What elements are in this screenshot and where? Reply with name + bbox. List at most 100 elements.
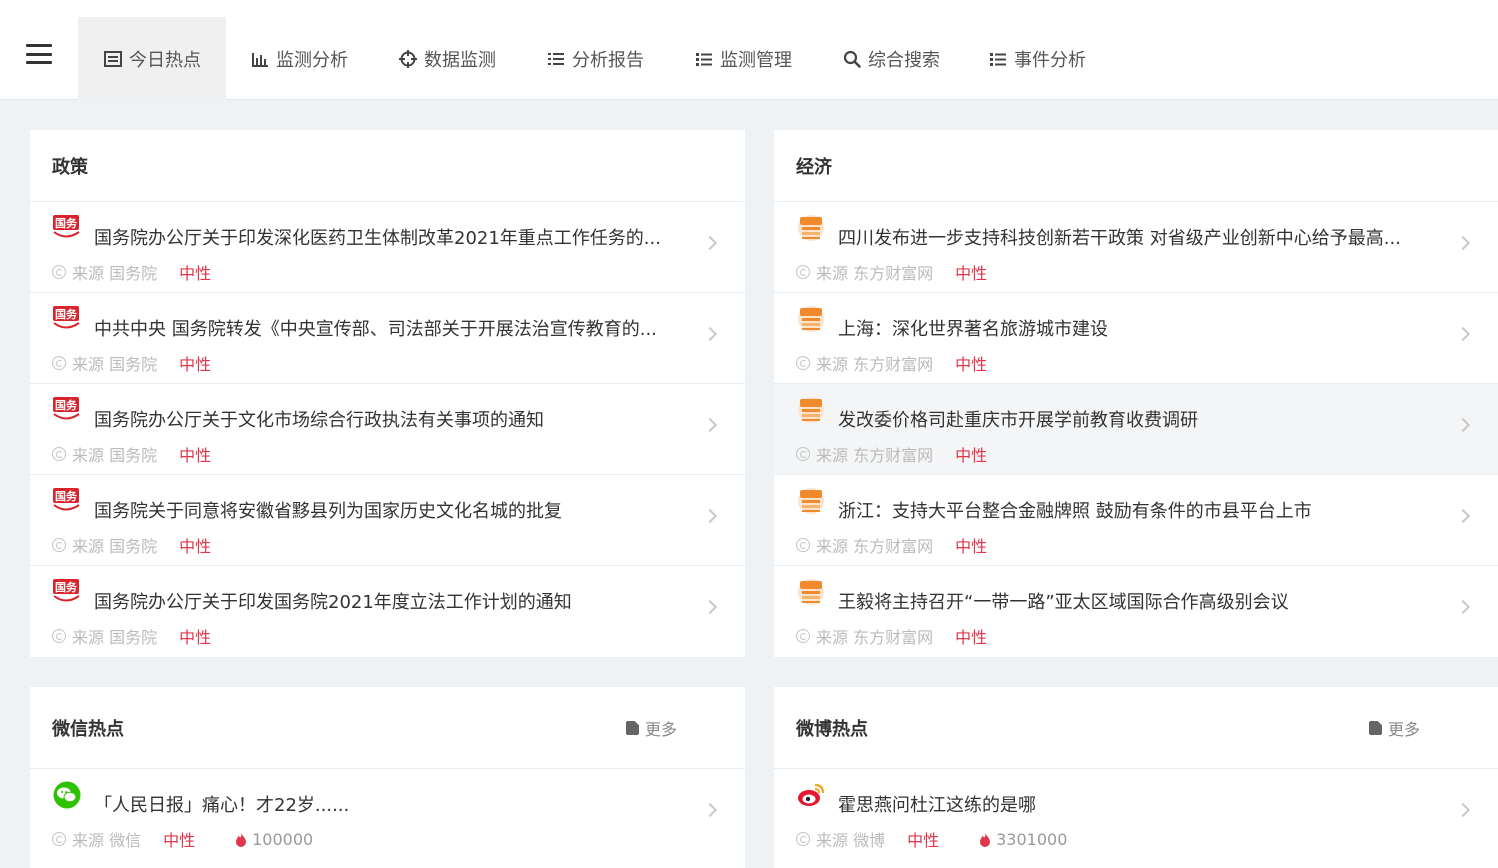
item-title: 国务院办公厅关于文化市场综合行政执法有关事项的通知 (94, 410, 544, 431)
svg-text:国务: 国务 (55, 216, 78, 230)
flame-icon (979, 831, 996, 847)
tab-label: 数据监测 (424, 49, 496, 71)
item-title: 霍思燕问杜江这练的是哪 (838, 795, 1036, 816)
list-icon (988, 49, 1008, 69)
chevron-right-icon[interactable] (702, 417, 718, 433)
item-source: 来源 国务院 (72, 264, 158, 283)
sentiment-badge: 中性 (955, 355, 988, 374)
chevron-right-icon[interactable] (1455, 235, 1471, 251)
item-title: 上海：深化世界著名旅游城市建设 (838, 319, 1108, 340)
item-meta: 来源 国务院 中性 (52, 624, 211, 648)
tab-label: 今日热点 (129, 49, 201, 71)
crosshair-icon (398, 49, 418, 69)
tab-general-search[interactable]: 综合搜索 (826, 17, 956, 100)
chevron-right-icon[interactable] (1455, 599, 1471, 615)
policy-panel: 政策 国务 国务院办公厅关于印发深化医药卫生体制改革2021年重点工作任务的...… (30, 130, 745, 657)
more-link[interactable]: 更多 (625, 716, 677, 740)
bar-chart-icon (250, 49, 270, 69)
weibo-logo-icon (796, 781, 826, 809)
tab-monitor-analysis[interactable]: 监测分析 (234, 17, 364, 100)
more-link[interactable]: 更多 (1368, 716, 1420, 740)
source-icon (796, 538, 810, 552)
svg-text:国务: 国务 (55, 398, 78, 412)
chevron-right-icon[interactable] (702, 508, 718, 524)
eastmoney-logo-icon (796, 487, 826, 515)
source-icon (52, 629, 66, 643)
list-icon (694, 49, 714, 69)
list-item[interactable]: 发改委价格司赴重庆市开展学前教育收费调研 来源 东方财富网 中性 (774, 384, 1498, 475)
sentiment-badge: 中性 (955, 446, 988, 465)
item-source: 来源 国务院 (72, 446, 158, 465)
tab-label: 事件分析 (1014, 49, 1086, 71)
item-source: 来源 国务院 (72, 628, 158, 647)
list-item[interactable]: 四川发布进一步支持科技创新若干政策 对省级产业创新中心给予最高... 来源 东方财… (774, 202, 1498, 293)
panel-title: 微博热点 (796, 718, 868, 740)
item-title: 浙江：支持大平台整合金融牌照 鼓励有条件的市县平台上市 (838, 501, 1312, 522)
chevron-right-icon[interactable] (702, 802, 718, 818)
gov-council-logo-icon: 国务 (52, 214, 82, 242)
weibo-hot-panel: 微博热点 更多 霍思燕问杜江这练的是哪 来源 微博 中性 3301000 (774, 687, 1498, 868)
gov-council-logo-icon: 国务 (52, 487, 82, 515)
tab-monitor-management[interactable]: 监测管理 (678, 17, 808, 100)
chevron-right-icon[interactable] (702, 326, 718, 342)
tab-event-analysis[interactable]: 事件分析 (972, 17, 1102, 100)
svg-text:国务: 国务 (55, 489, 78, 503)
source-icon (52, 447, 66, 461)
source-icon (796, 356, 810, 370)
gov-council-logo-icon: 国务 (52, 578, 82, 606)
more-label: 更多 (644, 719, 677, 739)
sentiment-badge: 中性 (179, 537, 212, 556)
item-meta: 来源 国务院 中性 (52, 442, 211, 466)
item-meta: 来源 国务院 中性 (52, 351, 211, 375)
more-label: 更多 (1387, 719, 1420, 739)
wechat-hot-panel: 微信热点 更多 「人民日报」痛心！才22岁...... 来源 微信 中性 100000 (30, 687, 745, 868)
heat-value: 100000 (252, 829, 314, 849)
chevron-right-icon[interactable] (1455, 508, 1471, 524)
panel-title: 微信热点 (52, 718, 124, 740)
tab-today-hot[interactable]: 今日热点 (78, 17, 226, 100)
chevron-right-icon[interactable] (1455, 326, 1471, 342)
list-item[interactable]: 「人民日报」痛心！才22岁...... 来源 微信 中性 100000 (30, 769, 745, 860)
item-meta: 来源 国务院 中性 (52, 260, 211, 284)
tab-label: 监测分析 (276, 49, 348, 71)
list-item[interactable]: 上海：深化世界著名旅游城市建设 来源 东方财富网 中性 (774, 293, 1498, 384)
tab-data-monitor[interactable]: 数据监测 (382, 17, 512, 100)
list-item[interactable]: 国务 国务院关于同意将安徽省黟县列为国家历史文化名城的批复 来源 国务院 中性 (30, 475, 745, 566)
list-item[interactable]: 国务 国务院办公厅关于印发国务院2021年度立法工作计划的通知 来源 国务院 中性 (30, 566, 745, 657)
source-icon (796, 265, 810, 279)
tab-analysis-report[interactable]: 分析报告 (530, 17, 660, 100)
list-item[interactable]: 国务中共中央 国务院转发《中央宣传部、司法部关于开展法治宣传教育的... 来源 国… (30, 293, 745, 384)
panel-header: 政策 (30, 130, 745, 202)
item-source: 来源 国务院 (72, 537, 158, 556)
list-item[interactable]: 浙江：支持大平台整合金融牌照 鼓励有条件的市县平台上市来源 东方财富网 中性 (774, 475, 1498, 566)
chevron-right-icon[interactable] (1455, 802, 1471, 818)
svg-text:国务: 国务 (55, 580, 78, 594)
item-meta: 来源 东方财富网 中性 (796, 624, 987, 648)
gov-council-logo-icon: 国务 (52, 305, 82, 333)
item-title: 国务院办公厅关于印发深化医药卫生体制改革2021年重点工作任务的... (94, 228, 661, 249)
item-source: 来源 东方财富网 (816, 446, 934, 465)
svg-text:国务: 国务 (55, 307, 78, 321)
list-ordered-icon (546, 49, 566, 69)
wechat-logo-icon (52, 781, 82, 809)
search-icon (842, 49, 862, 69)
sentiment-badge: 中性 (955, 537, 988, 556)
item-source: 来源 东方财富网 (816, 537, 934, 556)
panel-header: 微信热点 更多 (30, 687, 745, 769)
panel-title: 经济 (796, 156, 832, 178)
gov-council-logo-icon: 国务 (52, 396, 82, 424)
list-item[interactable]: 国务国务院办公厅关于文化市场综合行政执法有关事项的通知来源 国务院 中性 (30, 384, 745, 475)
chevron-right-icon[interactable] (702, 235, 718, 251)
source-icon (52, 265, 66, 279)
chevron-right-icon[interactable] (702, 599, 718, 615)
menu-toggle-icon[interactable] (26, 44, 52, 64)
item-title: 中共中央 国务院转发《中央宣传部、司法部关于开展法治宣传教育的... (94, 319, 657, 340)
list-item[interactable]: 霍思燕问杜江这练的是哪 来源 微博 中性 3301000 (774, 769, 1498, 860)
item-meta: 来源 东方财富网 中性 (796, 533, 987, 557)
eastmoney-logo-icon (796, 305, 826, 333)
list-item[interactable]: 国务国务院办公厅关于印发深化医药卫生体制改革2021年重点工作任务的... 来源 … (30, 202, 745, 293)
list-item[interactable]: 王毅将主持召开“一带一路”亚太区域国际合作高级别会议 来源 东方财富网 中性 (774, 566, 1498, 657)
panel-title: 政策 (52, 156, 88, 178)
eastmoney-logo-icon (796, 396, 826, 424)
chevron-right-icon[interactable] (1455, 417, 1471, 433)
